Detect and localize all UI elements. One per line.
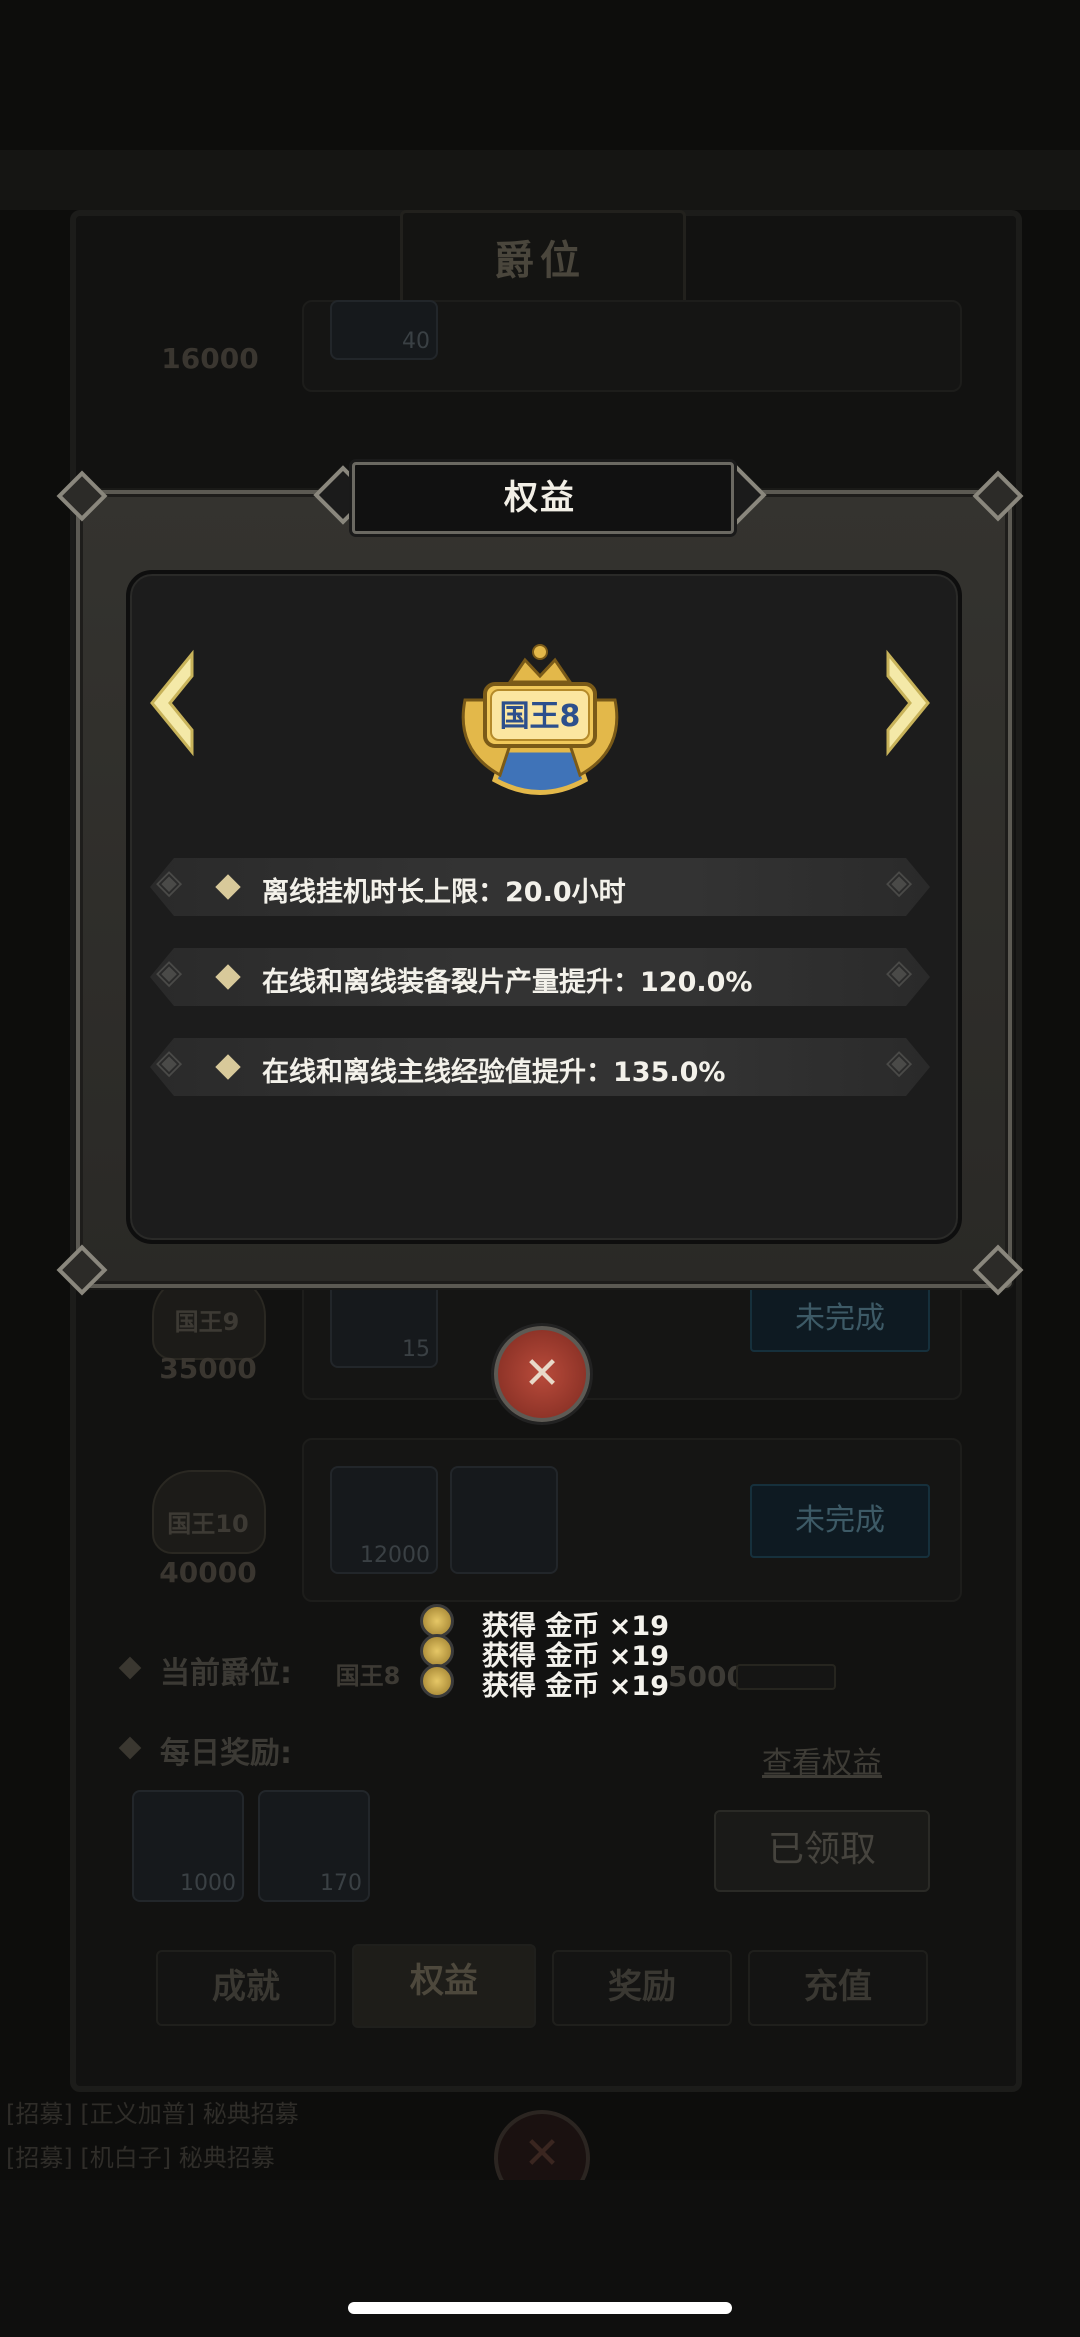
top-status-bar (0, 150, 1080, 210)
current-rank-progress: 5000 (668, 1660, 746, 1693)
reward-item-count: 40 (402, 329, 430, 354)
loot-toast: 获得 金币 ×19 (420, 1664, 670, 1702)
chat-line: [招募] [正义加普] 秘典招募 (6, 2100, 299, 2128)
incomplete-button[interactable]: 未完成 (750, 1286, 930, 1352)
reward-item-count: 12000 (360, 1543, 430, 1568)
daily-reward-item: 170 (258, 1790, 370, 1902)
reward-item: 40 (330, 300, 438, 360)
rank-score: 35000 (159, 1352, 257, 1385)
reward-item-count: 15 (402, 1337, 430, 1362)
gold-coin-icon (420, 1604, 454, 1638)
row-ornament-icon: ◈ (156, 952, 183, 992)
chevron-left-icon[interactable] (144, 648, 204, 758)
reward-item: 15 (330, 1280, 438, 1368)
emblem-label: 国王8 (500, 699, 581, 734)
modal-title: 权益 (504, 478, 576, 518)
home-indicator[interactable] (348, 2302, 732, 2314)
diamond-reward-item: 12000 (330, 1466, 438, 1574)
benefit-text: 在线和离线装备裂片产量提升：120.0% (262, 967, 753, 998)
loot-toast-text: 获得 金币 ×19 (482, 1671, 669, 1702)
incomplete-button[interactable]: 未完成 (750, 1484, 930, 1558)
row-ornament-icon: ◈ (886, 862, 913, 902)
close-button[interactable]: ✕ (494, 1326, 590, 1422)
reward-item-count: 170 (320, 1871, 362, 1896)
view-benefits-link[interactable]: 查看权益 (762, 1738, 882, 1782)
tab-recharge[interactable]: 充值 (748, 1950, 928, 2026)
benefit-text: 在线和离线主线经验值提升：135.0% (262, 1057, 726, 1088)
tab-rewards[interactable]: 奖励 (552, 1950, 732, 2026)
row-ornament-icon: ◈ (886, 952, 913, 992)
rank-badge-label: 国王10 (167, 1510, 249, 1538)
gold-coin-icon (420, 1634, 454, 1668)
rank-score: 16000 (161, 342, 259, 375)
row-ornament-icon: ◈ (156, 1042, 183, 1082)
benefit-text: 离线挂机时长上限：20.0小时 (262, 877, 626, 908)
rank-progress-bar (736, 1664, 836, 1690)
reward-item-count: 1000 (180, 1871, 236, 1896)
rank-score: 40000 (159, 1556, 257, 1589)
chevron-right-icon[interactable] (876, 648, 936, 758)
daily-reward-item: 1000 (132, 1790, 244, 1902)
chat-line: [招募] [机白子] 秘典招募 (6, 2144, 275, 2172)
gold-coin-icon (420, 1664, 454, 1698)
rank-panel-title: 爵位 (494, 238, 586, 284)
current-rank-badge: 国王8 (335, 1662, 401, 1690)
row-ornament-icon: ◈ (156, 862, 183, 902)
current-rank-label: 当前爵位: (160, 1656, 292, 1691)
daily-reward-label: 每日奖励: (160, 1736, 292, 1771)
close-x-icon: ✕ (523, 1348, 561, 1399)
king-rank-emblem-icon: 国王8 (461, 644, 619, 795)
row-ornament-icon: ◈ (886, 1042, 913, 1082)
rank-badge-label: 国王9 (174, 1308, 240, 1336)
claimed-button[interactable]: 已领取 (714, 1810, 930, 1892)
tab-achievement[interactable]: 成就 (156, 1950, 336, 2026)
feather-reward-item (450, 1466, 558, 1574)
tab-benefits[interactable]: 权益 (352, 1944, 536, 2028)
